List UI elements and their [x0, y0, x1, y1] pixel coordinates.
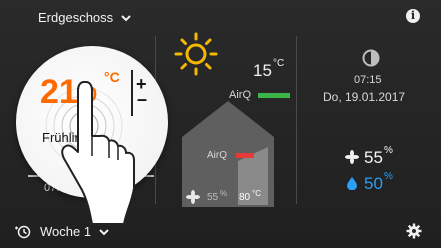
house-room-temp: 80 [239, 192, 251, 203]
floor-label: Erdgeschoss [38, 10, 114, 25]
fan-icon [345, 150, 359, 164]
night-mode-icon [362, 49, 380, 67]
schedule-clock-icon [15, 225, 31, 238]
floor-dropdown[interactable]: Erdgeschoss [38, 10, 131, 25]
sun-icon [174, 32, 218, 76]
humidity-icon [347, 177, 357, 190]
chevron-down-icon [121, 14, 131, 21]
outdoor-airq-bar [258, 93, 290, 98]
house-airq-label: AirQ [207, 150, 227, 161]
outdoor-temperature-unit: °C [273, 58, 285, 69]
schedule-label: Woche 1 [40, 224, 92, 239]
gear-icon[interactable] [406, 223, 422, 239]
thermostat-screen: Erdgeschoss i 07:15 21 0 °C + – Frühling [0, 0, 441, 248]
house-fan-value: 55 [207, 192, 219, 203]
house-airq-bar [236, 153, 254, 158]
hand-pointer-icon [61, 81, 135, 225]
fan-unit: % [384, 145, 393, 156]
fan-icon [186, 190, 200, 204]
house-fan-unit: % [220, 189, 228, 198]
schedule-dropdown[interactable]: Woche 1 [14, 224, 109, 239]
humidity-unit: % [384, 171, 393, 182]
divider [296, 36, 297, 204]
outdoor-temperature: 15 [253, 61, 272, 80]
info-icon[interactable]: i [406, 9, 420, 23]
humidity-value: 50 [364, 174, 383, 193]
house-room-temp-unit: °C [252, 189, 261, 198]
clock-date: Do, 19.01.2017 [323, 90, 406, 104]
fan-value: 55 [364, 148, 383, 167]
clock-time: 07:15 [354, 74, 382, 86]
chevron-down-icon [99, 228, 109, 235]
